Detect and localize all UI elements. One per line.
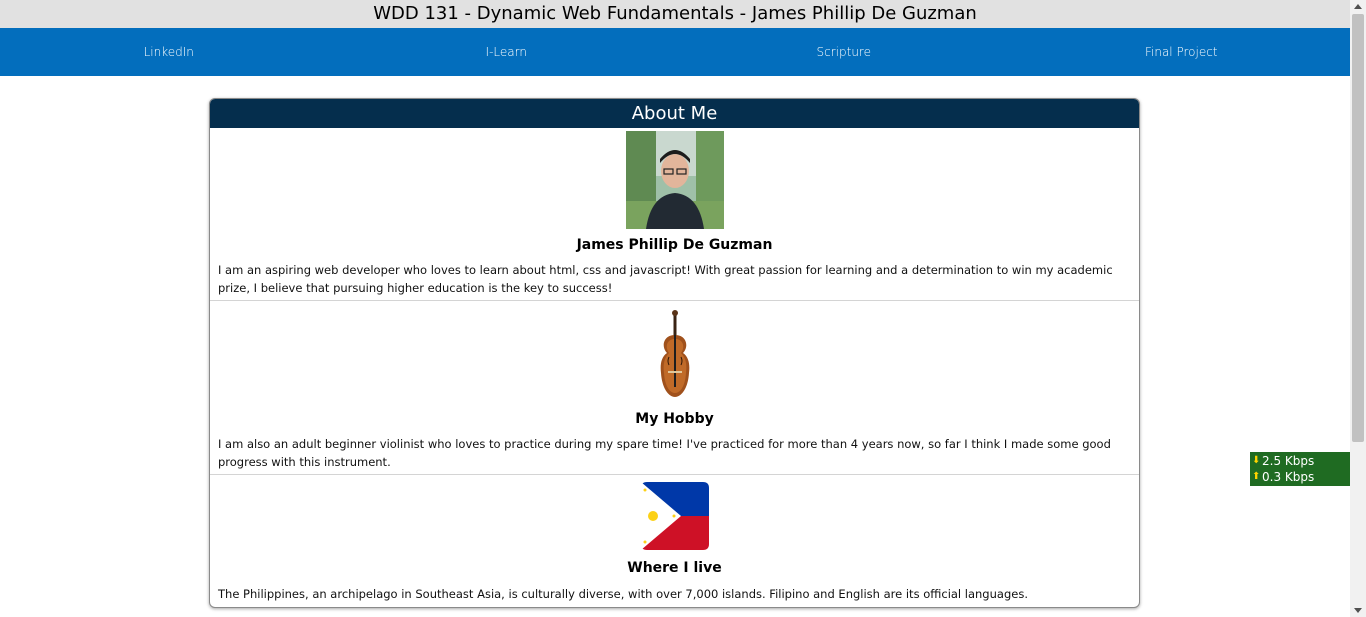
scrollbar-thumb[interactable] [1352,14,1364,442]
download-arrow-icon: ⬇ [1252,455,1261,466]
location-text: The Philippines, an archipelago in South… [218,587,1028,601]
nav-link-final-project[interactable]: Final Project [1044,45,1319,59]
hobby-section: My Hobby I am also an adult beginner vio… [210,301,1139,475]
nav-link-scripture[interactable]: Scripture [706,45,981,59]
scroll-up-arrow-icon[interactable] [1354,4,1362,9]
nav-link-ilearn[interactable]: I-Learn [369,45,644,59]
profile-section: James Phillip De Guzman I am an aspiring… [210,128,1139,301]
vertical-scrollbar[interactable] [1350,0,1366,617]
profile-photo-image [625,131,724,229]
hobby-text: I am also an adult beginner violinist wh… [218,437,1111,469]
profile-heading: James Phillip De Guzman [576,237,773,253]
philippine-flag-image [640,482,709,550]
location-section: Where I live The Philippines, an archipe… [210,475,1139,607]
upload-arrow-icon: ⬆ [1252,471,1261,482]
page-title: WDD 131 - Dynamic Web Fundamentals - Jam… [0,0,1350,28]
nav-link-linkedin[interactable]: LinkedIn [31,45,306,59]
download-speed: 2.5 Kbps [1262,454,1315,468]
main-nav: LinkedIn I-Learn Scripture Final Project [0,28,1350,76]
upload-speed: 0.3 Kbps [1262,470,1315,484]
hobby-heading: My Hobby [635,411,714,427]
download-row: ⬇ 2.5 Kbps [1252,453,1351,469]
upload-row: ⬆ 0.3 Kbps [1252,469,1351,485]
scroll-down-arrow-icon[interactable] [1354,608,1362,613]
violin-image [660,310,689,397]
about-me-card: About Me James Phillip De Guzman I am an… [209,98,1140,608]
card-title: About Me [210,99,1139,128]
network-speed-widget: ⬇ 2.5 Kbps ⬆ 0.3 Kbps [1250,452,1351,486]
profile-text: I am an aspiring web developer who loves… [218,263,1113,295]
location-heading: Where I live [627,560,722,576]
